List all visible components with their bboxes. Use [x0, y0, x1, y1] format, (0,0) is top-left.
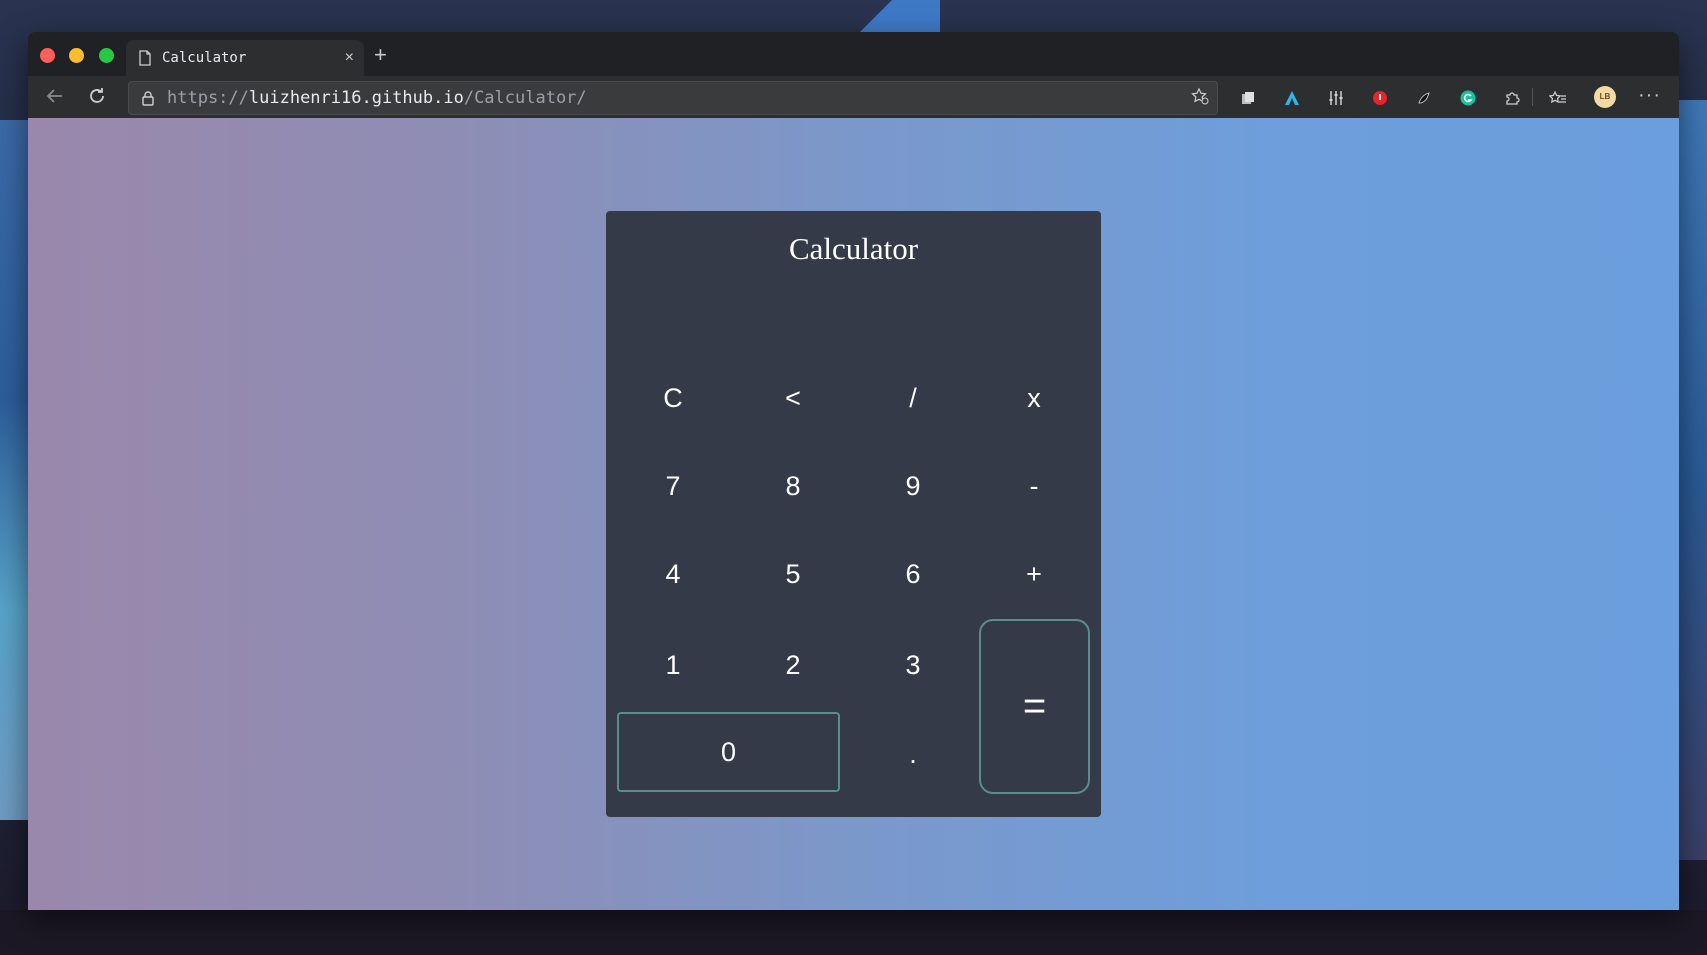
tab-title: Calculator [162, 50, 247, 66]
profile-avatar[interactable]: LB [1594, 86, 1616, 108]
maximize-window-button[interactable] [99, 48, 114, 63]
wallpaper-bottom [0, 910, 1707, 955]
sliders-icon[interactable] [1326, 88, 1346, 108]
tab-calculator[interactable]: Calculator × [126, 40, 364, 76]
page-icon [138, 50, 152, 66]
backspace-button[interactable]: < [738, 361, 848, 435]
clear-button[interactable]: C [618, 361, 728, 435]
more-menu-icon[interactable]: ··· [1638, 84, 1661, 107]
url-host: luizhenri16.github.io [248, 88, 464, 108]
reload-icon[interactable] [86, 86, 108, 108]
url-path: /Calculator/ [463, 88, 587, 108]
close-window-button[interactable] [40, 48, 55, 63]
seven-button[interactable]: 7 [618, 449, 728, 523]
four-button[interactable]: 4 [618, 537, 728, 611]
lock-icon [141, 90, 155, 106]
url-scheme: https:// [167, 88, 249, 108]
grammarly-icon[interactable] [1458, 88, 1478, 108]
ext-blue-a-icon[interactable] [1282, 88, 1302, 108]
new-tab-button[interactable]: + [374, 42, 387, 68]
wallpaper-right-strip [1677, 100, 1707, 860]
equals-button[interactable]: = [979, 619, 1090, 794]
calculator-title: Calculator [788, 231, 919, 266]
nine-button[interactable]: 9 [858, 449, 968, 523]
browser-window: Calculator × + https://luizhenri16.githu… [28, 32, 1679, 910]
back-arrow-icon[interactable] [44, 86, 66, 108]
three-button[interactable]: 3 [858, 628, 968, 702]
multiply-button[interactable]: x [979, 361, 1089, 435]
browser-toolbar: https://luizhenri16.github.io/Calculator… [28, 76, 1679, 118]
collections-icon[interactable] [1238, 88, 1258, 108]
plus-button[interactable]: + [979, 537, 1089, 611]
url-text[interactable]: https://luizhenri16.github.io/Calculator… [167, 88, 1191, 108]
calculator-panel: Calculator C < / x 7 8 9 - 4 5 6 + 1 2 3… [606, 211, 1101, 817]
divide-button[interactable]: / [858, 361, 968, 435]
wallpaper-left-strip [0, 120, 30, 820]
six-button[interactable]: 6 [858, 537, 968, 611]
eight-button[interactable]: 8 [738, 449, 848, 523]
calculator-display [626, 281, 1081, 341]
close-tab-icon[interactable]: × [345, 49, 354, 67]
favorites-icon[interactable] [1548, 88, 1568, 108]
minimize-window-button[interactable] [69, 48, 84, 63]
two-button[interactable]: 2 [738, 628, 848, 702]
toolbar-divider [1532, 88, 1533, 106]
decimal-button[interactable]: . [858, 717, 968, 791]
star-add-icon[interactable] [1191, 87, 1209, 110]
five-button[interactable]: 5 [738, 537, 848, 611]
address-bar[interactable]: https://luizhenri16.github.io/Calculator… [128, 81, 1218, 115]
tab-bar: Calculator × + [28, 32, 1679, 76]
page-content: Calculator C < / x 7 8 9 - 4 5 6 + 1 2 3… [28, 118, 1679, 910]
one-button[interactable]: 1 [618, 628, 728, 702]
ext-black-icon[interactable] [1414, 88, 1434, 108]
zero-button[interactable]: 0 [617, 712, 840, 792]
minus-button[interactable]: - [979, 449, 1089, 523]
ext-red-icon[interactable] [1370, 88, 1390, 108]
puzzle-icon[interactable] [1502, 88, 1522, 108]
